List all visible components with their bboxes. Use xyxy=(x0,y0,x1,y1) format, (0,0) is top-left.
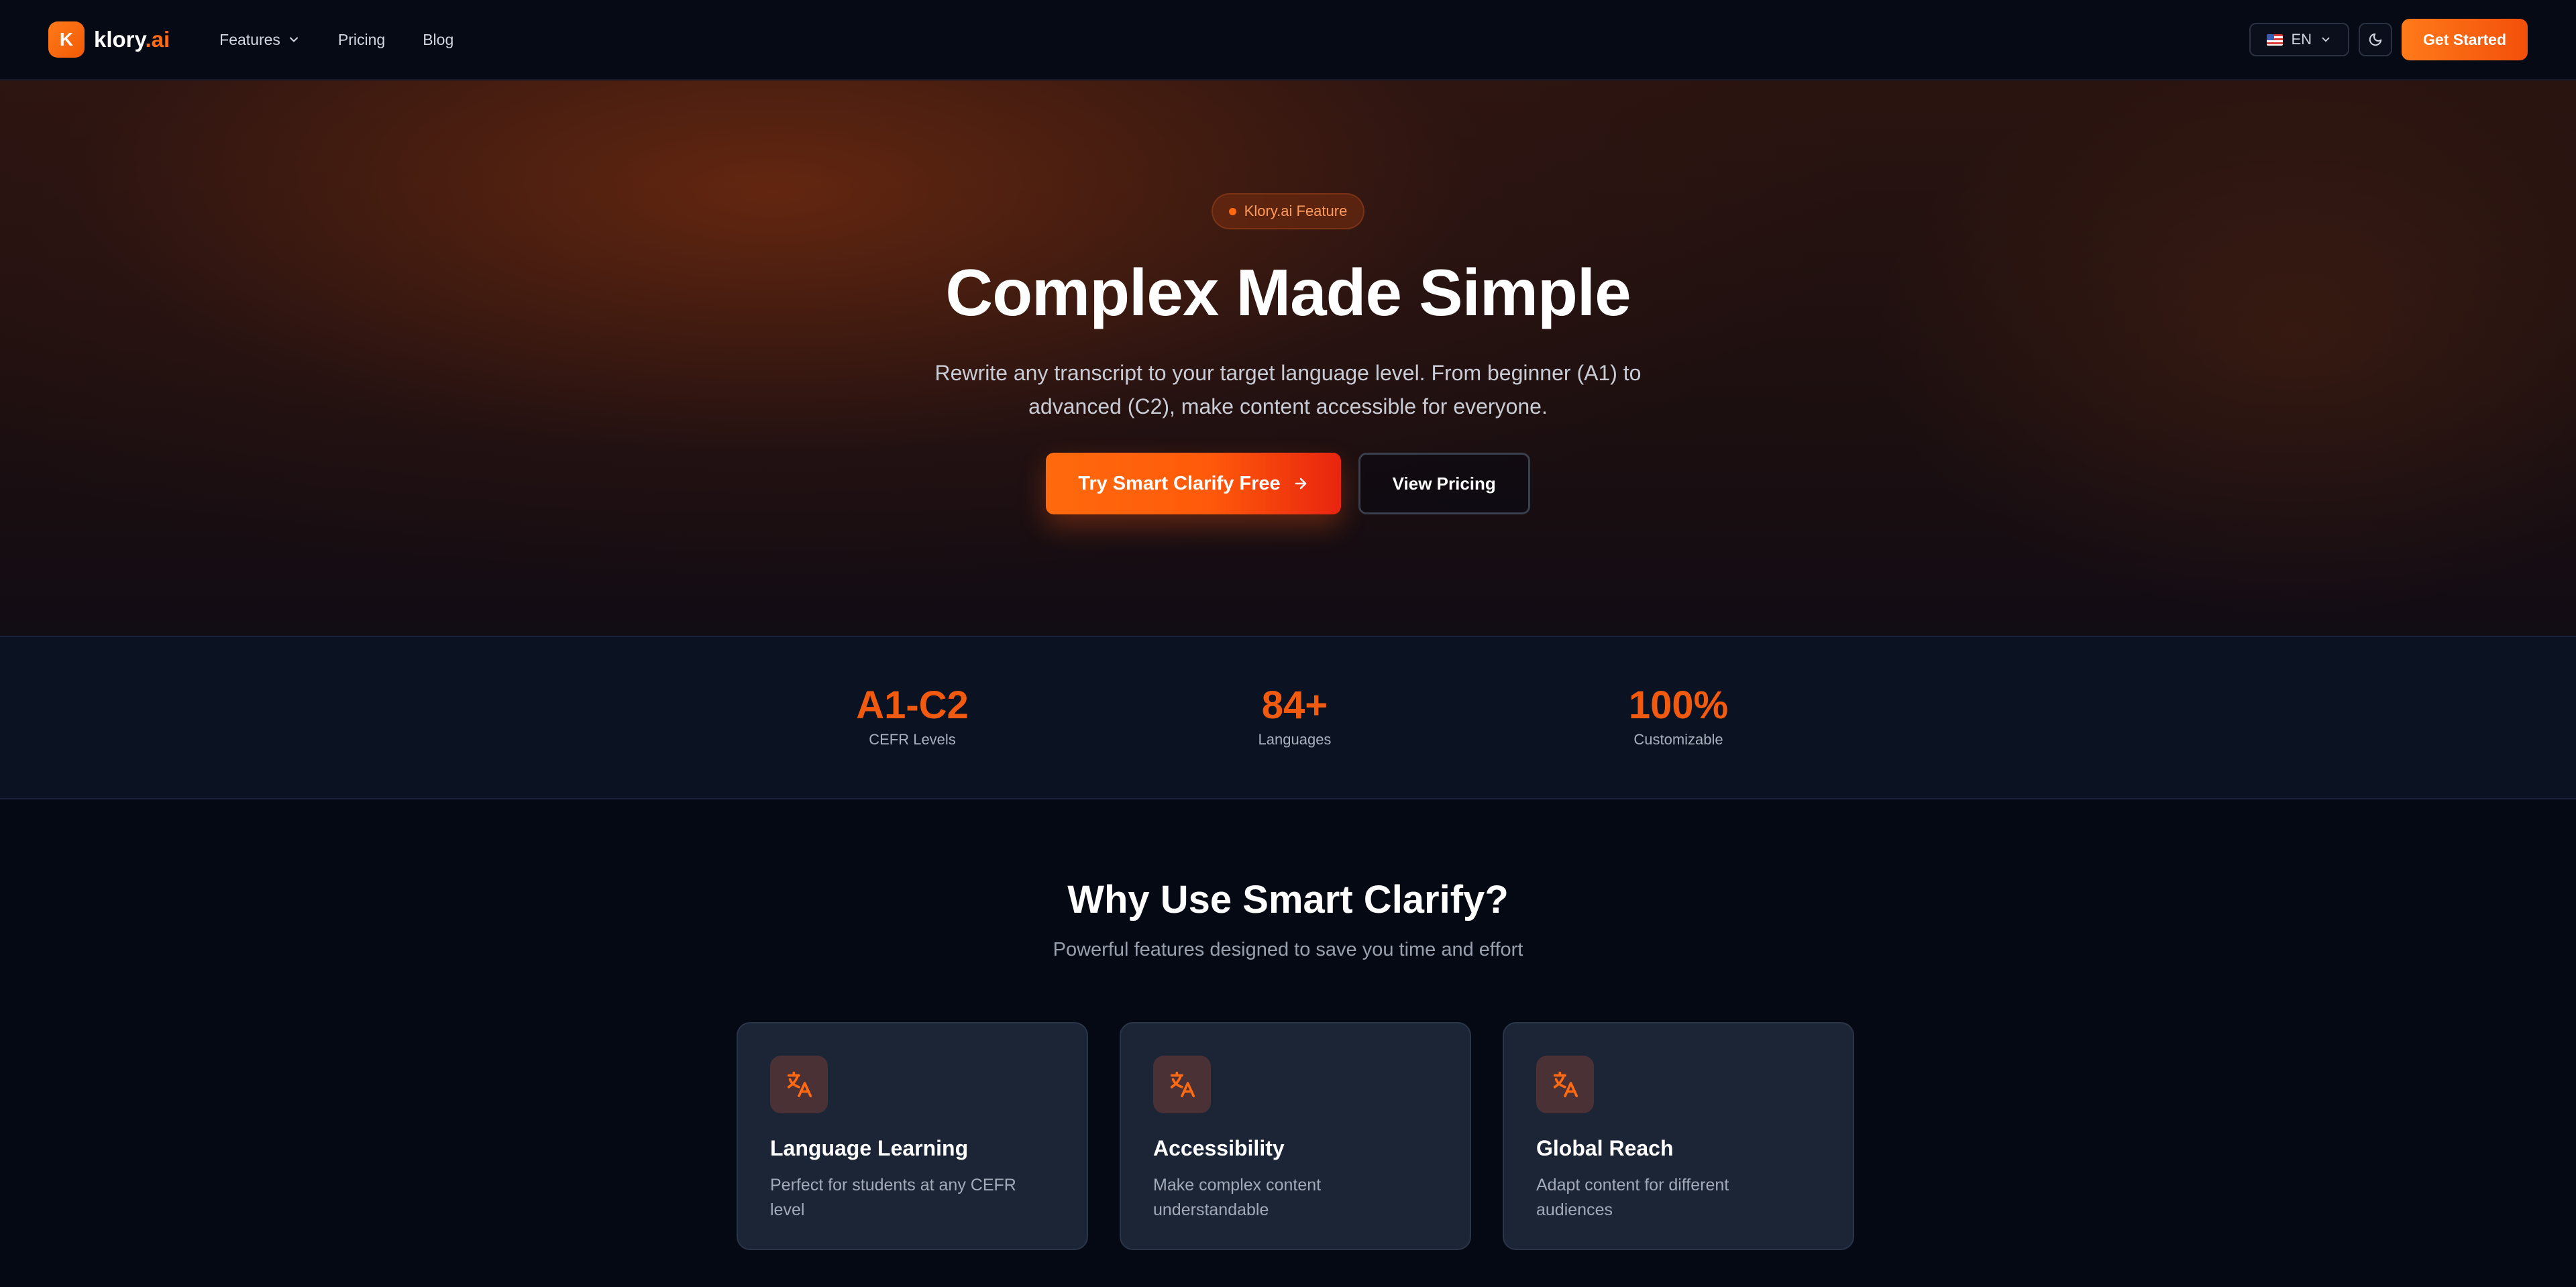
moon-icon xyxy=(2369,33,2382,46)
chevron-down-icon xyxy=(2322,37,2330,42)
language-label: EN xyxy=(2291,31,2312,48)
feature-card-language-learning: Language Learning Perfect for students a… xyxy=(737,1022,1088,1250)
feature-card-global-reach: Global Reach Adapt content for different… xyxy=(1503,1022,1854,1250)
translate-icon xyxy=(1153,1056,1211,1113)
stat-label: CEFR Levels xyxy=(869,731,956,748)
nav-link-features[interactable]: Features xyxy=(219,31,301,49)
nav-link-label: Blog xyxy=(423,30,454,48)
translate-icon xyxy=(770,1056,828,1113)
feature-badge: Klory.ai Feature xyxy=(1211,193,1365,229)
hero-subtitle: Rewrite any transcript to your target la… xyxy=(934,361,1642,418)
stats-section: A1-C2 CEFR Levels 84+ Languages 100% Cus… xyxy=(0,636,2576,799)
card-description: Perfect for students at any CEFR level xyxy=(770,1176,1016,1219)
stat-label: Customizable xyxy=(1633,731,1723,748)
card-title: Language Learning xyxy=(770,1136,969,1160)
badge-label: Klory.ai Feature xyxy=(1244,203,1348,219)
nav-link-blog[interactable]: Blog xyxy=(423,31,453,49)
view-pricing-button[interactable]: View Pricing xyxy=(1358,453,1530,514)
stat-cefr-levels: A1-C2 CEFR Levels xyxy=(778,684,1046,748)
logo[interactable]: K klory.ai xyxy=(48,21,170,58)
arrow-right-icon xyxy=(1295,478,1306,490)
us-flag-icon xyxy=(2267,34,2284,46)
stat-label: Languages xyxy=(1258,731,1332,748)
stat-languages: 84+ Languages xyxy=(1161,684,1429,748)
card-title: Accessibility xyxy=(1153,1136,1285,1160)
language-selector[interactable]: EN xyxy=(2249,23,2350,56)
stat-value: A1-C2 xyxy=(856,683,969,727)
chevron-down-icon xyxy=(289,37,298,42)
navbar: K klory.ai Features Pricing Blog EN Get … xyxy=(0,0,2576,80)
card-description: Make complex content understandable xyxy=(1153,1176,1322,1219)
translate-icon xyxy=(1536,1056,1594,1113)
hero-title: Complex Made Simple xyxy=(945,256,1631,329)
brand-name: klory xyxy=(94,27,146,52)
logo-mark: K xyxy=(48,21,85,58)
get-started-button[interactable]: Get Started xyxy=(2402,19,2528,60)
nav-link-pricing[interactable]: Pricing xyxy=(338,31,385,49)
stat-value: 84+ xyxy=(1261,683,1328,727)
nav-link-label: Pricing xyxy=(337,30,386,48)
card-description: Adapt content for different audiences xyxy=(1536,1176,1729,1219)
nav-actions: EN Get Started xyxy=(2249,19,2528,60)
card-title: Global Reach xyxy=(1536,1136,1674,1160)
features-subtitle: Powerful features designed to save you t… xyxy=(1053,939,1523,960)
primary-button-label: Try Smart Clarify Free xyxy=(1078,472,1281,494)
stat-customizable: 100% Customizable xyxy=(1544,684,1813,748)
try-smart-clarify-button[interactable]: Try Smart Clarify Free xyxy=(1046,453,1341,514)
brand-suffix: .ai xyxy=(145,27,170,52)
page: K klory.ai Features Pricing Blog EN Get … xyxy=(0,0,2576,1287)
feature-card-accessibility: Accessibility Make complex content under… xyxy=(1120,1022,1471,1250)
hero-actions: Try Smart Clarify Free View Pricing xyxy=(1046,453,1530,514)
badge-dot-icon xyxy=(1228,207,1236,215)
theme-toggle-button[interactable] xyxy=(2359,23,2393,56)
logo-text: klory.ai xyxy=(94,27,170,52)
hero-section: Klory.ai Feature Complex Made Simple Rew… xyxy=(0,80,2576,636)
stat-value: 100% xyxy=(1628,683,1729,727)
nav-links: Features Pricing Blog xyxy=(219,31,453,49)
features-title: Why Use Smart Clarify? xyxy=(1067,878,1509,921)
nav-link-label: Features xyxy=(219,30,280,48)
